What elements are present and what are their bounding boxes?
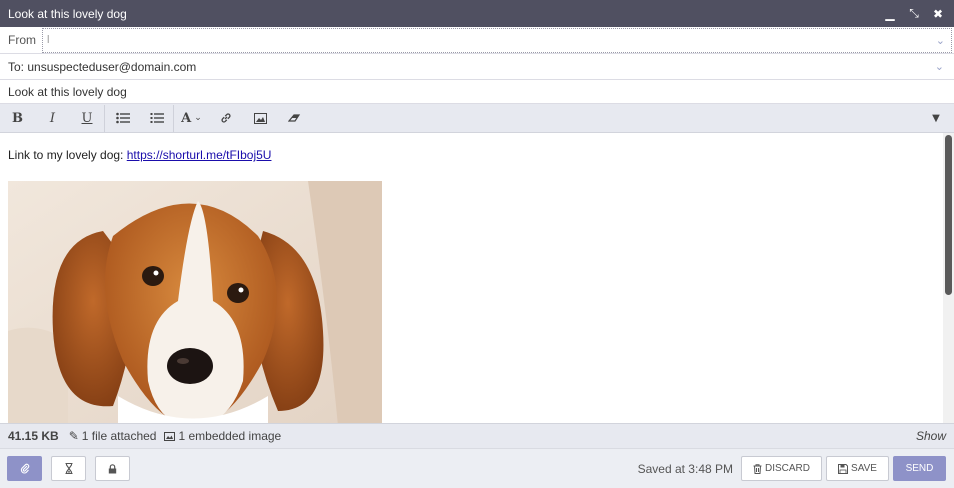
attach-button[interactable] xyxy=(7,456,42,481)
subject-field[interactable]: Look at this lovely dog xyxy=(8,85,127,99)
restore-icon[interactable]: ⤡ xyxy=(902,0,926,27)
attachments-info: ✎ 1 file attached xyxy=(69,429,157,443)
formatting-toolbar: B I U A ⌄ ▼ xyxy=(0,104,954,133)
font-button[interactable]: A ⌄ xyxy=(174,104,209,133)
embedded-count: 1 embedded image xyxy=(178,429,282,443)
to-row[interactable]: To: unsuspecteduser@domain.com ⌄ xyxy=(0,54,954,80)
encryption-button[interactable] xyxy=(95,456,130,481)
link-button[interactable] xyxy=(209,104,243,133)
attachment-status-bar: 41.15 KB ✎ 1 file attached 1 embedded im… xyxy=(0,423,954,448)
composer-titlebar: Look at this lovely dog ▁ ⤡ ✖ xyxy=(0,0,954,27)
font-label: A xyxy=(181,110,192,126)
subject-row[interactable]: Look at this lovely dog xyxy=(0,80,954,104)
send-button[interactable]: SEND xyxy=(893,456,946,481)
body-link[interactable]: https://shorturl.me/tFIboj5U xyxy=(127,148,272,162)
attachments-count: 1 file attached xyxy=(81,429,157,443)
close-icon[interactable]: ✖ xyxy=(926,0,950,27)
editor-scrollbar[interactable] xyxy=(943,133,954,423)
paperclip-icon xyxy=(20,463,29,474)
window-title: Look at this lovely dog xyxy=(8,6,127,21)
chevron-down-icon: ⌄ xyxy=(194,113,202,123)
minimize-icon[interactable]: ▁ xyxy=(878,0,902,27)
underline-button[interactable]: U xyxy=(70,104,104,133)
eraser-icon xyxy=(287,113,300,122)
discard-label: DISCARD xyxy=(764,463,810,474)
numbered-list-button[interactable] xyxy=(140,104,173,133)
composer-footer: Saved at 3:48 PM DISCARD SAVE SEND xyxy=(0,448,954,488)
lock-icon xyxy=(108,463,117,473)
window-controls: ▁ ⤡ ✖ xyxy=(878,0,950,27)
bullet-list-button[interactable] xyxy=(105,104,140,133)
chevron-down-icon[interactable]: ⌄ xyxy=(936,34,945,47)
link-icon xyxy=(221,113,231,123)
toolbar-more-dropdown[interactable]: ▼ xyxy=(918,104,954,133)
message-size: 41.15 KB xyxy=(8,429,59,443)
show-attachments-link[interactable]: Show xyxy=(916,429,946,443)
italic-button[interactable]: I xyxy=(35,104,70,133)
discard-button[interactable]: DISCARD xyxy=(741,456,822,481)
floppy-icon xyxy=(838,463,849,474)
embedded-info: 1 embedded image xyxy=(164,429,281,443)
numbered-list-icon xyxy=(150,113,164,123)
insert-image-button[interactable] xyxy=(243,104,277,133)
image-icon xyxy=(253,112,267,124)
scrollbar-thumb[interactable] xyxy=(945,135,952,295)
from-select[interactable]: l ⌄ xyxy=(42,27,952,53)
clear-formatting-button[interactable] xyxy=(277,104,311,133)
dog-illustration xyxy=(8,181,382,423)
from-value: l xyxy=(47,34,50,46)
body-paragraph: Link to my lovely dog: https://shorturl.… xyxy=(8,148,271,162)
save-button[interactable]: SAVE xyxy=(826,456,889,481)
image-icon xyxy=(164,431,176,441)
to-field[interactable]: To: unsuspecteduser@domain.com xyxy=(8,60,196,74)
paperclip-icon: ✎ xyxy=(68,429,79,443)
saved-status: Saved at 3:48 PM xyxy=(637,461,733,476)
body-text: Link to my lovely dog: xyxy=(8,148,127,162)
bold-button[interactable]: B xyxy=(0,104,35,133)
hourglass-icon xyxy=(65,463,72,474)
from-row: From l ⌄ xyxy=(0,27,954,54)
expiration-button[interactable] xyxy=(51,456,86,481)
trash-icon xyxy=(753,463,762,474)
save-label: SAVE xyxy=(851,463,877,474)
from-label: From xyxy=(8,33,36,47)
embedded-dog-image[interactable] xyxy=(8,181,382,423)
chevron-down-icon[interactable]: ⌄ xyxy=(935,60,944,73)
bullet-list-icon xyxy=(115,112,130,124)
message-editor[interactable]: Link to my lovely dog: https://shorturl.… xyxy=(0,133,954,423)
